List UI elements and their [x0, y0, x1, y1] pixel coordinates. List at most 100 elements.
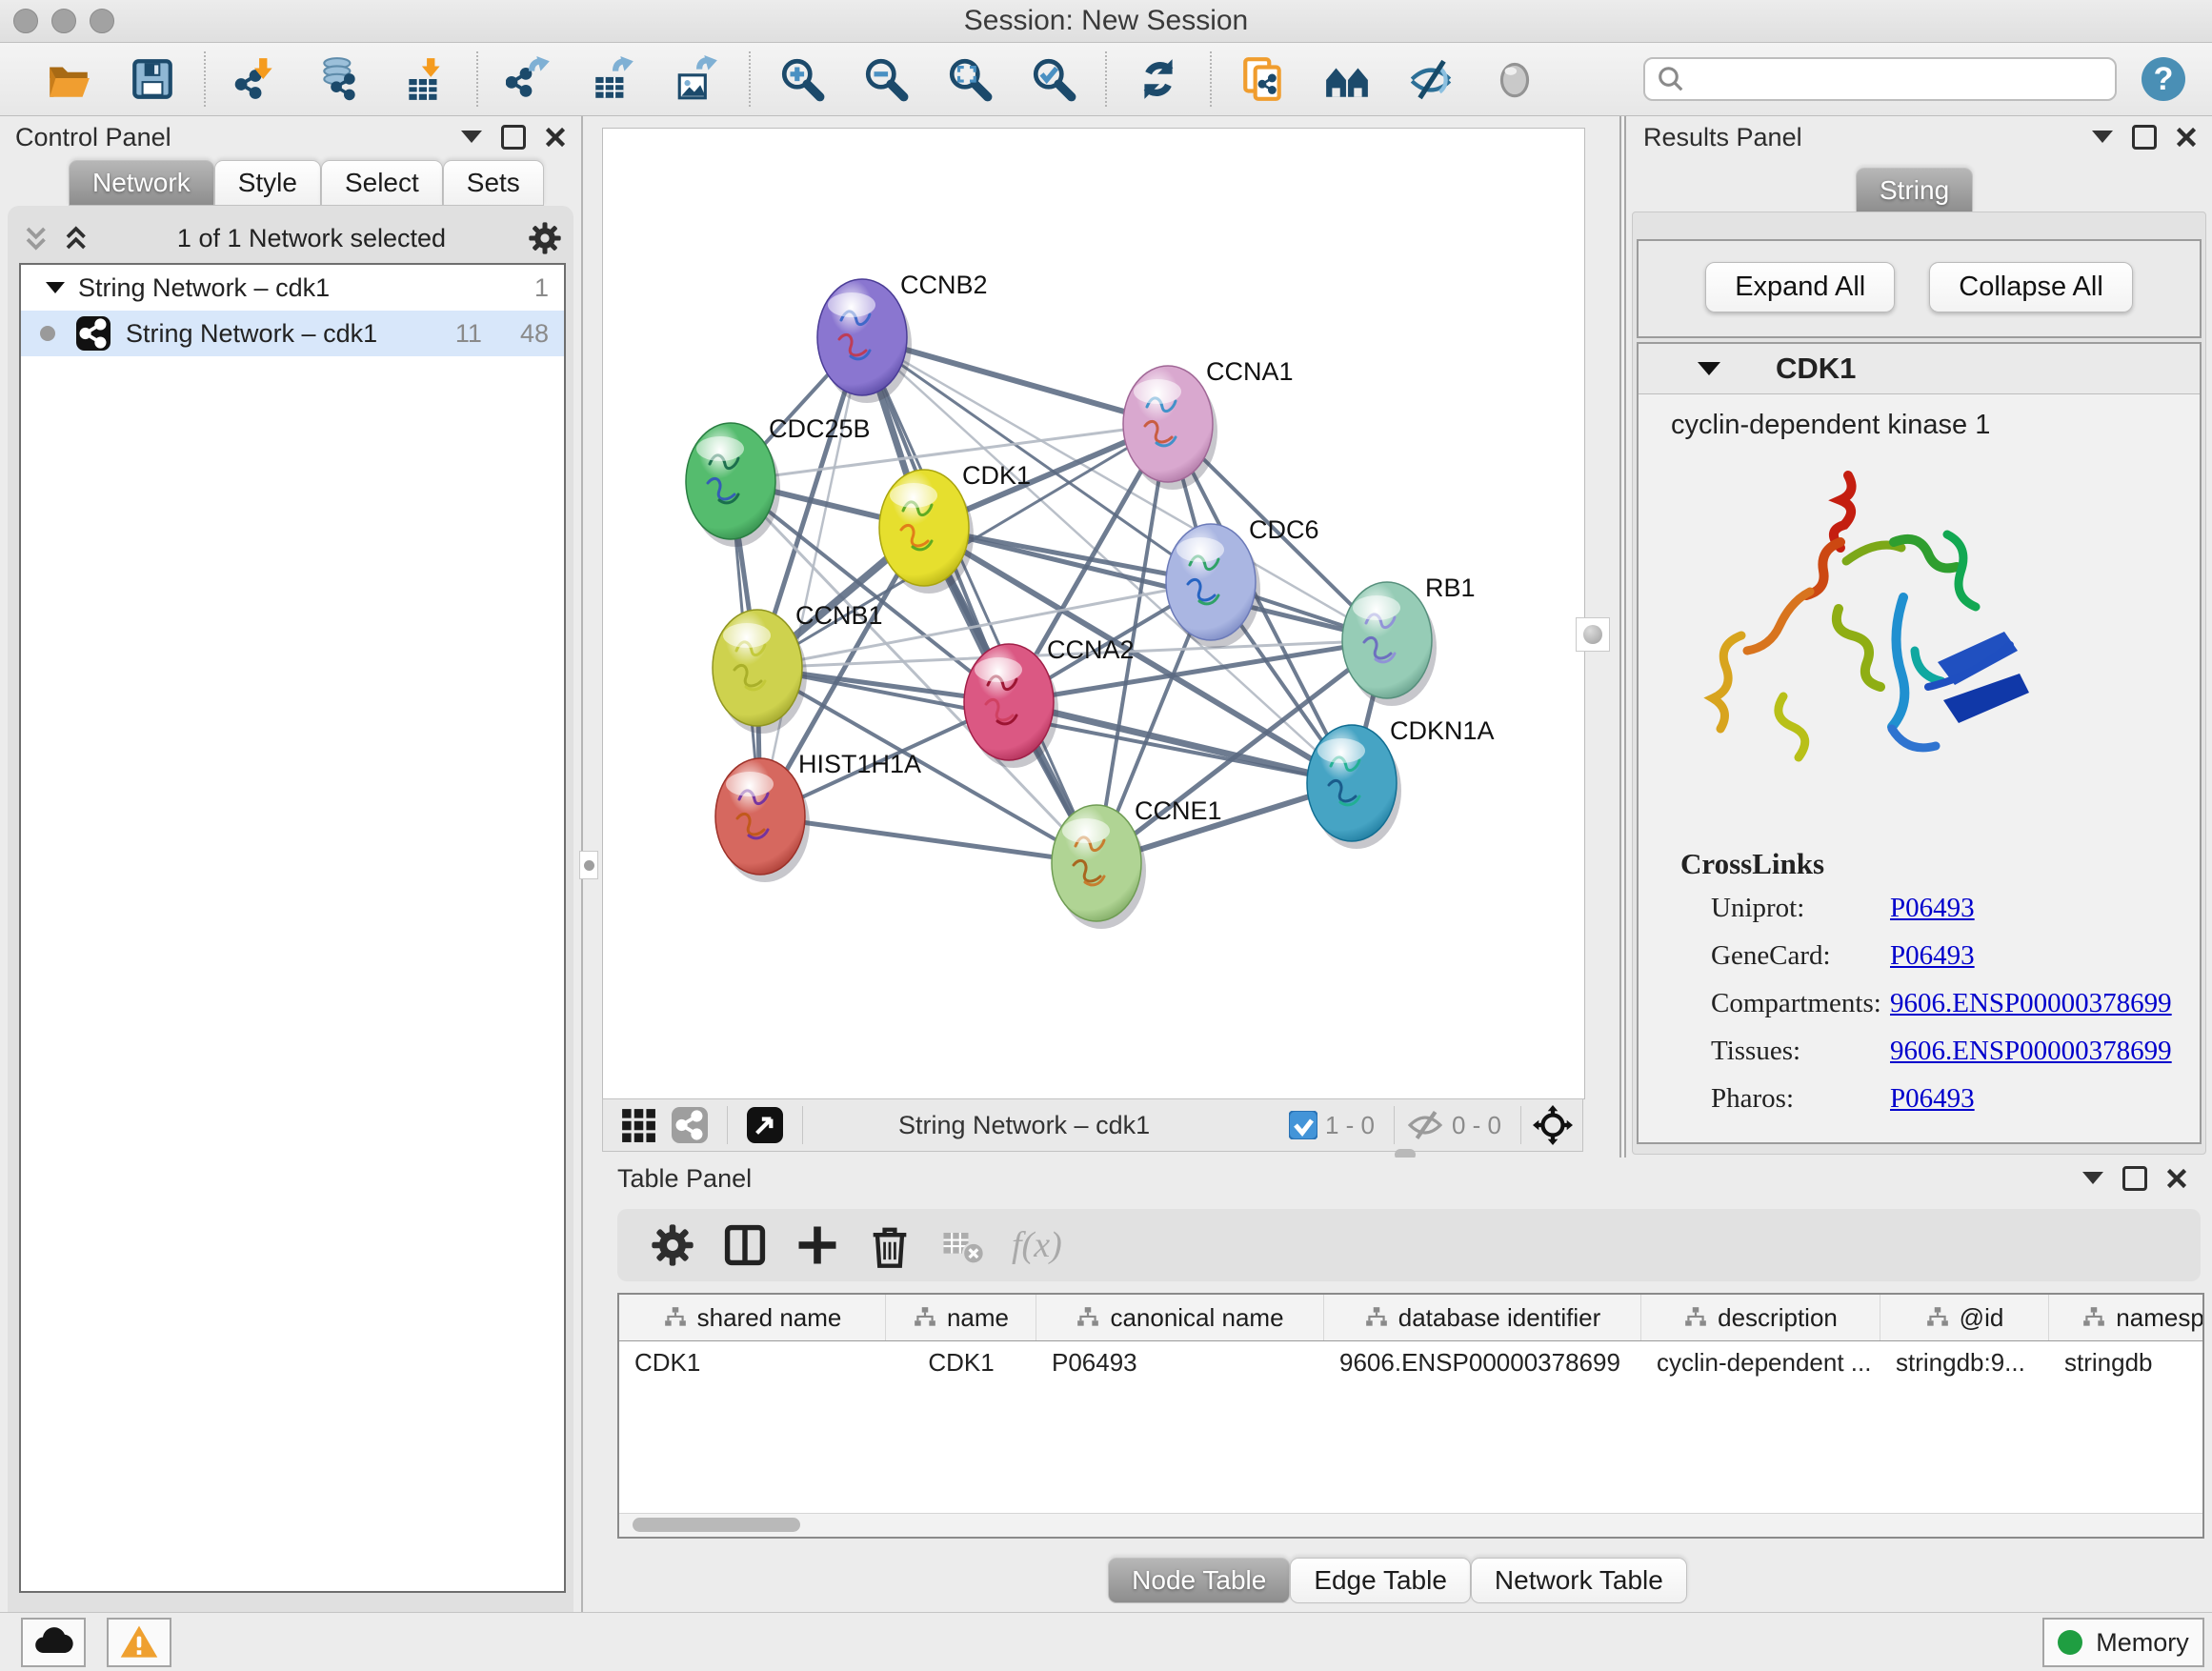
panel-float-icon[interactable] [2122, 1166, 2147, 1191]
delete-icon[interactable] [865, 1220, 915, 1270]
clone-network-icon[interactable] [1238, 54, 1288, 104]
network-graph[interactable]: CCNB2CCNA1CDC25BCDK1CDC6RB1CCNB1CCNA2CDK… [603, 129, 1584, 1098]
gear-icon[interactable] [526, 219, 564, 257]
crosslink-link[interactable]: P06493 [1890, 1083, 1975, 1115]
hide-selected-icon[interactable] [1406, 54, 1456, 104]
zoom-selected-icon[interactable] [1029, 54, 1078, 104]
crosslink-link[interactable]: 9606.ENSP00000378699 [1890, 988, 2172, 1019]
panel-close-icon[interactable] [2176, 127, 2197, 148]
panel-float-icon[interactable] [501, 125, 526, 150]
node-CCNE1[interactable] [1052, 805, 1146, 929]
panel-close-icon[interactable] [2166, 1168, 2187, 1189]
tab-network[interactable]: Network [69, 160, 214, 206]
tree-expander-icon[interactable] [46, 282, 65, 303]
export-view-icon[interactable] [747, 1107, 783, 1143]
protein-section-header[interactable]: CDK1 [1639, 344, 2200, 394]
tab-node-table[interactable]: Node Table [1108, 1558, 1290, 1603]
node-CCNB2[interactable] [817, 279, 912, 403]
node-CDC6[interactable] [1166, 524, 1260, 648]
panel-menu-icon[interactable] [2092, 131, 2113, 153]
node-CCNB1[interactable] [713, 610, 807, 734]
node-CDK1[interactable] [879, 470, 974, 594]
import-network-database-icon[interactable] [316, 54, 366, 104]
table-cell[interactable]: CDK1 [886, 1341, 1036, 1383]
column-header-canonical-name[interactable]: canonical name [1036, 1295, 1324, 1340]
tab-string[interactable]: String [1856, 168, 1973, 213]
import-table-icon[interactable] [400, 54, 450, 104]
warning-button[interactable] [107, 1618, 171, 1667]
panel-float-icon[interactable] [2132, 125, 2157, 150]
panel-menu-icon[interactable] [461, 131, 482, 153]
help-button[interactable]: ? [2142, 57, 2185, 101]
import-network-file-icon[interactable] [232, 54, 282, 104]
memory-button[interactable]: Memory [2042, 1618, 2204, 1667]
column-header-database-identifier[interactable]: database identifier [1324, 1295, 1641, 1340]
column-header--id[interactable]: @id [1880, 1295, 2049, 1340]
table-hscrollbar[interactable] [619, 1513, 2202, 1537]
table-cell[interactable]: CDK1 [619, 1341, 886, 1383]
collapse-all-button[interactable]: Collapse All [1929, 262, 2133, 312]
edge-CCNB2-CCNE1[interactable] [862, 337, 1096, 863]
section-expander-icon[interactable] [1698, 362, 1720, 387]
save-session-icon[interactable] [128, 54, 177, 104]
crosslink-link[interactable]: P06493 [1890, 940, 1975, 972]
tab-sets[interactable]: Sets [443, 160, 544, 206]
search-input[interactable] [1685, 64, 2089, 95]
column-header-name[interactable]: name [886, 1295, 1036, 1340]
pan-crosshair-icon[interactable] [1533, 1105, 1573, 1145]
table-cell[interactable]: stringdb [2049, 1341, 2204, 1383]
zoom-fit-icon[interactable] [945, 54, 995, 104]
refresh-layout-icon[interactable] [1134, 54, 1183, 104]
left-splitter-handle[interactable] [579, 851, 598, 879]
node-CCNA2[interactable] [964, 644, 1058, 768]
vertical-splitter[interactable] [1619, 116, 1626, 1158]
first-neighbors-icon[interactable] [1322, 54, 1372, 104]
node-CCNA1[interactable] [1123, 366, 1217, 490]
node-RB1[interactable] [1342, 582, 1437, 706]
share-view-icon[interactable] [672, 1107, 708, 1143]
delete-table-icon[interactable] [937, 1220, 987, 1270]
table-cell[interactable]: stringdb:9... [1880, 1341, 2049, 1383]
network-collection-row[interactable]: String Network – cdk1 1 [21, 265, 564, 311]
search-box[interactable] [1643, 57, 2117, 101]
export-network-icon[interactable] [505, 54, 554, 104]
collapse-all-icon[interactable] [23, 224, 51, 252]
export-table-icon[interactable] [589, 54, 638, 104]
crosslink-link[interactable]: 9606.ENSP00000378699 [1890, 1036, 2172, 1067]
column-header-shared-name[interactable]: shared name [619, 1295, 886, 1340]
edge-CCNB2-HIST1H1A[interactable] [760, 337, 862, 816]
tab-style[interactable]: Style [214, 160, 321, 206]
zoom-in-icon[interactable] [777, 54, 827, 104]
panel-menu-icon[interactable] [2082, 1172, 2103, 1195]
edge-HIST1H1A-CCNE1[interactable] [760, 816, 1096, 863]
table-cell[interactable]: P06493 [1036, 1341, 1324, 1383]
open-session-icon[interactable] [44, 54, 93, 104]
hidden-eye-icon[interactable] [1406, 1109, 1444, 1141]
table-cell[interactable]: 9606.ENSP00000378699 [1324, 1341, 1641, 1383]
function-builder-icon[interactable]: f(x) [1012, 1224, 1062, 1266]
selected-checkbox-icon[interactable] [1289, 1111, 1317, 1139]
network-row[interactable]: String Network – cdk1 11 48 [21, 311, 564, 356]
table-cell[interactable]: cyclin-dependent ... [1641, 1341, 1880, 1383]
cloud-button[interactable] [21, 1618, 86, 1667]
expand-all-button[interactable]: Expand All [1705, 262, 1895, 312]
node-HIST1H1A[interactable] [715, 758, 810, 882]
show-all-icon[interactable] [1490, 54, 1539, 104]
column-header-namespace[interactable]: namespace [2049, 1295, 2204, 1340]
birdseye-grid-icon[interactable] [620, 1107, 656, 1143]
zoom-out-icon[interactable] [861, 54, 911, 104]
add-icon[interactable] [793, 1220, 842, 1270]
table-row[interactable]: CDK1CDK1P064939606.ENSP00000378699cyclin… [619, 1341, 2202, 1383]
columns-icon[interactable] [720, 1220, 770, 1270]
crosslink-link[interactable]: P06493 [1890, 893, 1975, 924]
splitter-handle[interactable] [1576, 617, 1610, 652]
node-CDKN1A[interactable] [1307, 725, 1401, 849]
column-header-description[interactable]: description [1641, 1295, 1880, 1340]
expand-all-icon[interactable] [63, 224, 91, 252]
network-canvas[interactable]: CCNB2CCNA1CDC25BCDK1CDC6RB1CCNB1CCNA2CDK… [602, 128, 1585, 1099]
tab-edge-table[interactable]: Edge Table [1290, 1558, 1471, 1603]
tab-select[interactable]: Select [321, 160, 443, 206]
tab-network-table[interactable]: Network Table [1471, 1558, 1687, 1603]
gear-icon[interactable] [648, 1220, 697, 1270]
edge-CCNA2-CDKN1A[interactable] [1009, 702, 1352, 783]
